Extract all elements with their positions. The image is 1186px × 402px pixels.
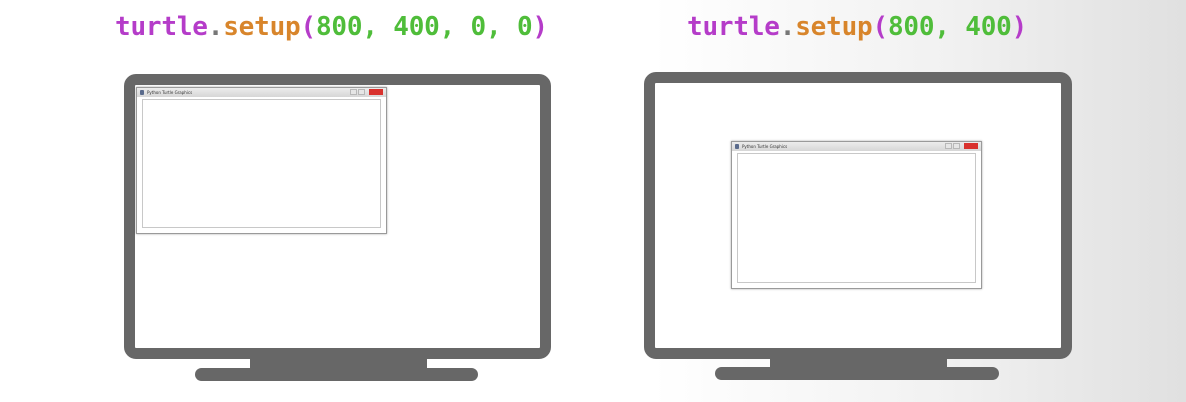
turtle-window-left: Python Turtle Graphics: [136, 87, 387, 234]
code-open-paren: (: [872, 12, 888, 42]
minimize-button[interactable]: [350, 89, 357, 95]
python-icon: [735, 144, 739, 149]
turtle-canvas: [142, 99, 381, 228]
code-separator: ,: [362, 12, 394, 42]
turtle-window-right: Python Turtle Graphics: [731, 141, 982, 289]
close-button[interactable]: [964, 143, 978, 149]
monitor-base: [715, 367, 999, 380]
code-arg-starty: 0: [516, 12, 533, 42]
window-title: Python Turtle Graphics: [147, 90, 193, 95]
code-method: setup: [223, 12, 301, 42]
code-dot: .: [779, 12, 796, 42]
turtle-canvas: [737, 153, 976, 283]
code-separator: ,: [486, 12, 517, 42]
window-title: Python Turtle Graphics: [742, 144, 788, 149]
code-separator: ,: [439, 12, 471, 42]
code-object: turtle: [687, 12, 780, 42]
code-arg-startx: 0: [470, 12, 487, 42]
code-method: setup: [795, 12, 873, 42]
code-arg-width: 800: [887, 12, 935, 42]
code-object: turtle: [115, 12, 208, 42]
code-arg-height: 400: [393, 12, 440, 42]
code-close-paren: ): [1011, 12, 1028, 42]
close-button[interactable]: [369, 89, 383, 95]
code-separator: ,: [934, 12, 966, 42]
code-dot: .: [207, 12, 224, 42]
python-icon: [140, 90, 144, 95]
window-titlebar: Python Turtle Graphics: [732, 142, 981, 151]
code-label-right: turtle.setup(800, 400): [687, 12, 1027, 42]
monitor-base: [195, 368, 478, 381]
window-titlebar: Python Turtle Graphics: [137, 88, 386, 97]
maximize-button[interactable]: [358, 89, 365, 95]
code-label-left: turtle.setup(800, 400, 0, 0): [115, 12, 548, 42]
code-arg-height: 400: [965, 12, 1012, 42]
minimize-button[interactable]: [945, 143, 952, 149]
code-open-paren: (: [300, 12, 316, 42]
code-arg-width: 800: [315, 12, 363, 42]
code-close-paren: ): [532, 12, 548, 42]
maximize-button[interactable]: [953, 143, 960, 149]
